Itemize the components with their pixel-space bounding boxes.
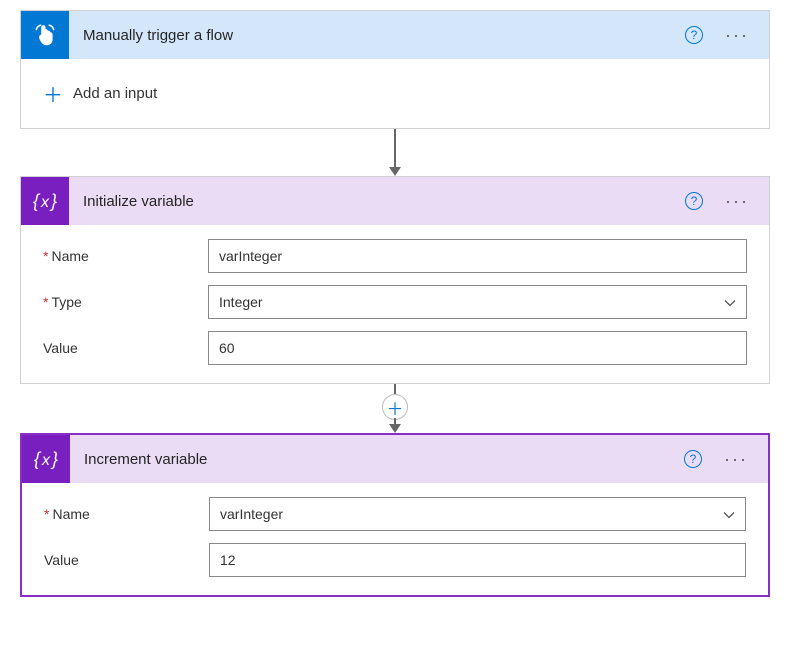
trigger-title: Manually trigger a flow [69,27,685,44]
trigger-header[interactable]: Manually trigger a flow ? ··· [21,11,769,59]
variable-icon: { x } [22,435,70,483]
svg-text:{: { [34,449,42,469]
name-value: varInteger [220,506,283,522]
svg-text:{: { [33,191,41,211]
incr-var-body: * Name varInteger Value [22,483,768,595]
chevron-down-icon [723,507,735,522]
trigger-card: Manually trigger a flow ? ··· ＋ Add an i… [20,10,770,129]
svg-text:}: } [50,449,58,469]
init-var-header-actions: ? ··· [685,191,753,212]
name-label: * Name [43,248,208,264]
value-label: Value [44,552,209,568]
value-label: Value [43,340,208,356]
add-input-button[interactable]: ＋ Add an input [21,59,769,128]
plus-icon: ＋ [43,79,63,108]
connector-1 [20,129,770,176]
more-icon[interactable]: ··· [721,191,753,212]
svg-text:x: x [40,194,50,211]
name-label-text: Name [51,248,88,264]
add-input-label: Add an input [73,85,157,102]
arrow-head-icon [389,167,401,176]
initialize-variable-card: { x } Initialize variable ? ··· * Name *… [20,176,770,384]
type-label-text: Type [51,294,81,310]
trigger-header-actions: ? ··· [685,25,753,46]
add-step-button[interactable]: ＋ [382,394,408,420]
required-star-icon: * [43,248,48,264]
chevron-down-icon [724,295,736,310]
name-label-text: Name [52,506,89,522]
init-var-body: * Name * Type Integer Value [21,225,769,383]
incr-var-title: Increment variable [70,451,684,468]
increment-variable-card: { x } Increment variable ? ··· * Name va… [20,433,770,597]
name-row: * Name [43,239,747,273]
connector-2: ＋ [20,384,770,433]
incr-var-header[interactable]: { x } Increment variable ? ··· [22,435,768,483]
name-row: * Name varInteger [44,497,746,531]
type-select[interactable]: Integer [208,285,747,319]
manual-trigger-icon [21,11,69,59]
init-var-header[interactable]: { x } Initialize variable ? ··· [21,177,769,225]
type-label: * Type [43,294,208,310]
type-row: * Type Integer [43,285,747,319]
required-star-icon: * [44,506,49,522]
arrow-line [394,129,396,167]
help-icon[interactable]: ? [685,26,703,44]
variable-icon: { x } [21,177,69,225]
value-input[interactable] [208,331,747,365]
value-row: Value [43,331,747,365]
help-icon[interactable]: ? [684,450,702,468]
help-icon[interactable]: ? [685,192,703,210]
required-star-icon: * [43,294,48,310]
value-label-text: Value [43,340,78,356]
value-input[interactable] [209,543,746,577]
name-label: * Name [44,506,209,522]
init-var-title: Initialize variable [69,193,685,210]
type-value: Integer [219,294,263,310]
svg-text:x: x [41,452,51,469]
value-row: Value [44,543,746,577]
incr-var-header-actions: ? ··· [684,449,752,470]
arrow-head-icon [389,424,401,433]
svg-text:}: } [49,191,57,211]
more-icon[interactable]: ··· [720,449,752,470]
more-icon[interactable]: ··· [721,25,753,46]
name-select[interactable]: varInteger [209,497,746,531]
name-input[interactable] [208,239,747,273]
value-label-text: Value [44,552,79,568]
